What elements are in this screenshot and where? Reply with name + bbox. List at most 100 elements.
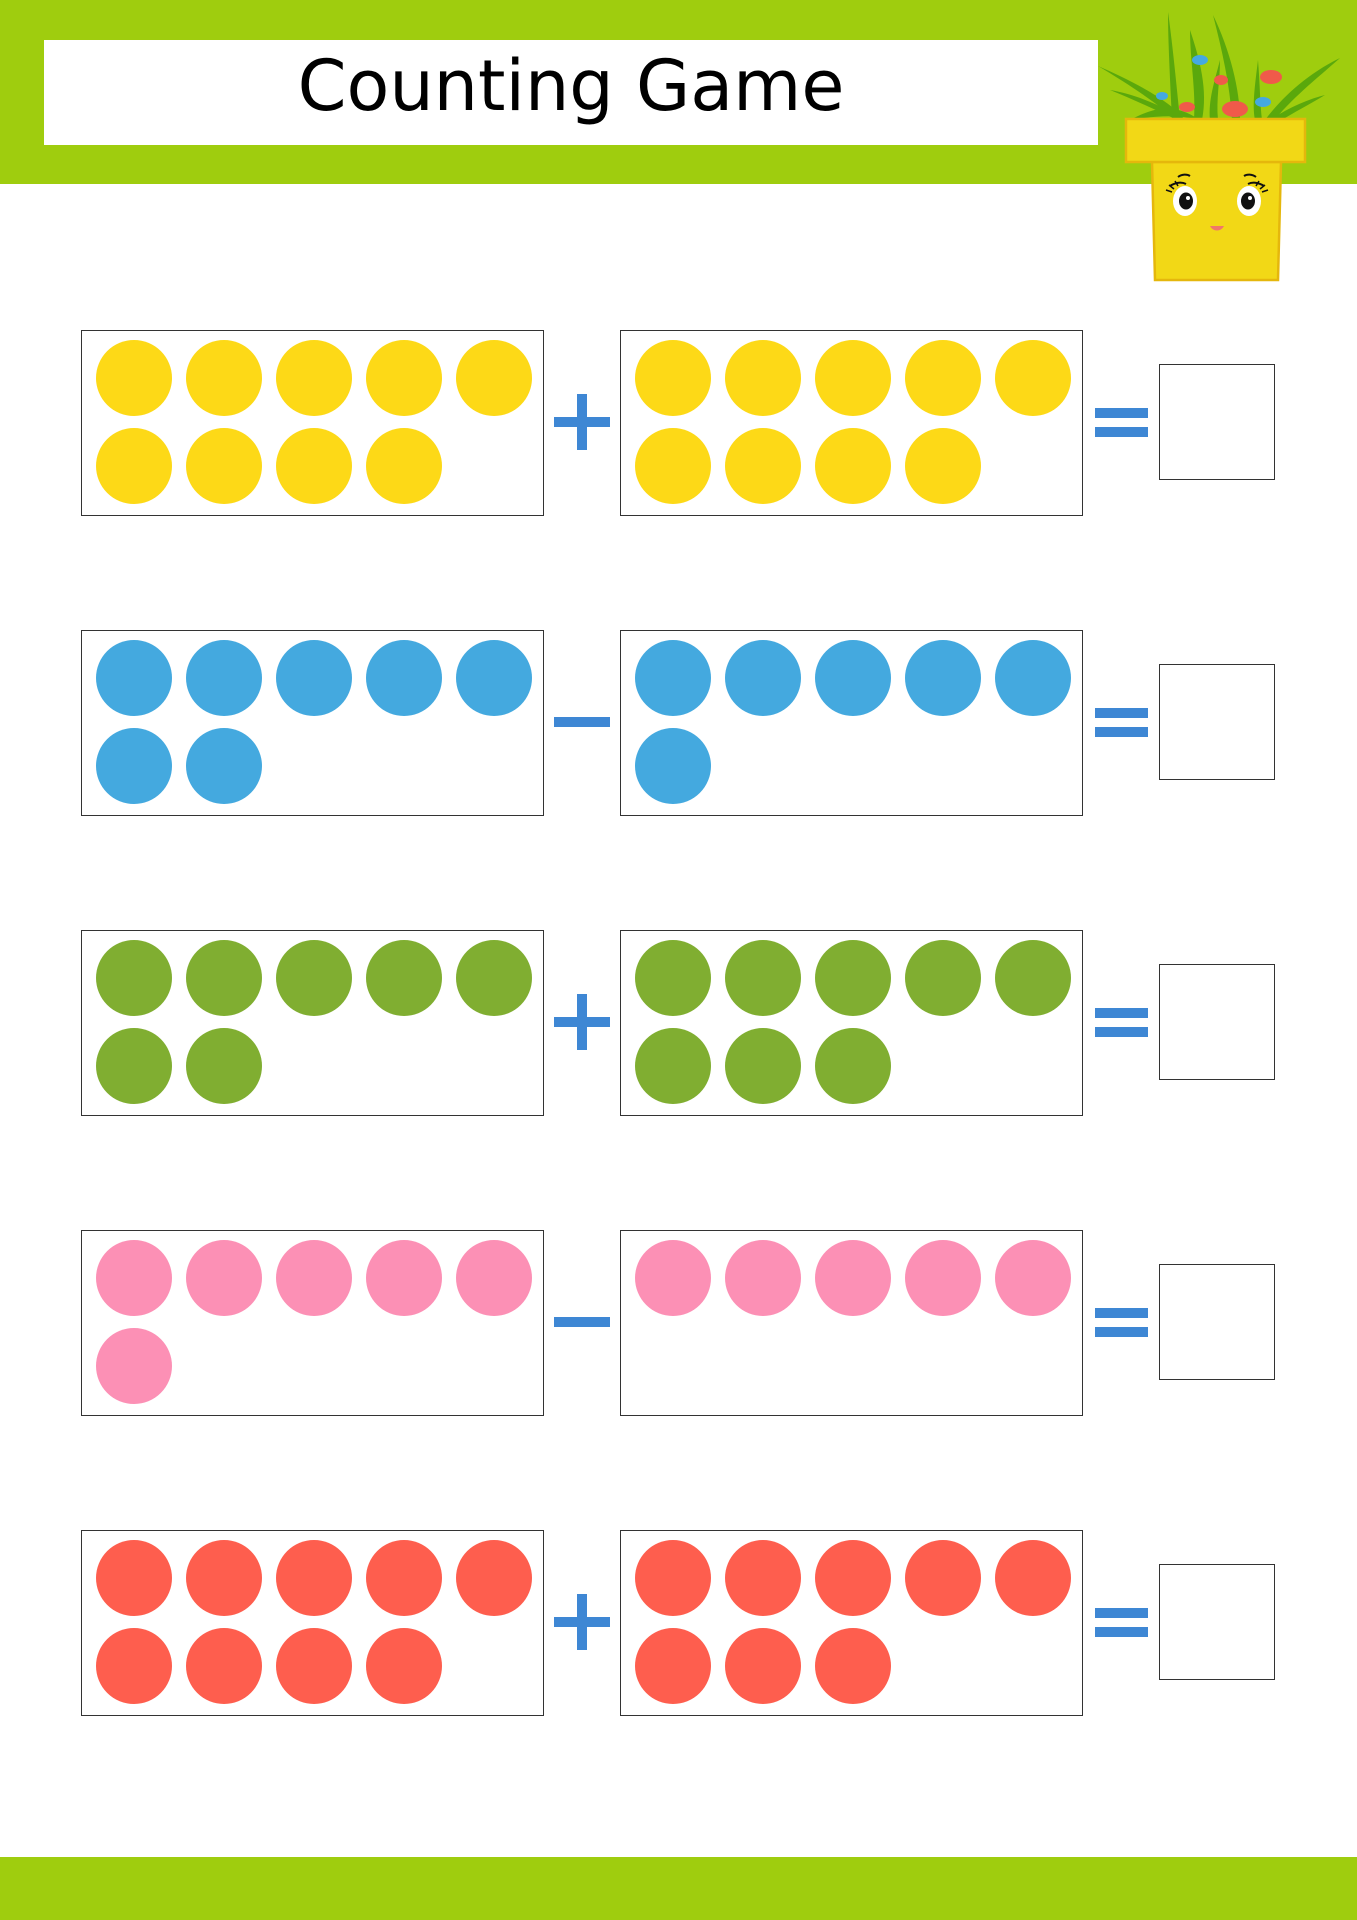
answer-box[interactable] <box>1159 964 1275 1080</box>
problem-row-3 <box>0 930 1357 1116</box>
counting-dot <box>815 340 891 416</box>
counting-dot <box>905 340 981 416</box>
left-count-box <box>81 630 544 816</box>
counting-dot <box>366 340 442 416</box>
counting-dot <box>96 1240 172 1316</box>
equals-icon <box>1095 708 1148 738</box>
counting-dot <box>905 640 981 716</box>
counting-dot <box>635 1628 711 1704</box>
counting-dot <box>905 1240 981 1316</box>
equals-icon <box>1095 408 1148 438</box>
page-title: Counting Game <box>297 44 845 127</box>
left-count-box <box>81 930 544 1116</box>
plus-icon <box>554 1594 610 1650</box>
footer-band <box>0 1857 1357 1920</box>
counting-dot <box>456 640 532 716</box>
counting-dot <box>725 940 801 1016</box>
minus-icon <box>554 694 610 750</box>
flower-pot-mascot-icon <box>1098 12 1340 282</box>
answer-box[interactable] <box>1159 1264 1275 1380</box>
counting-dot <box>815 640 891 716</box>
right-count-box <box>620 630 1083 816</box>
counting-dot <box>815 1628 891 1704</box>
title-banner: Counting Game <box>44 40 1098 145</box>
answer-box[interactable] <box>1159 664 1275 780</box>
counting-dot <box>725 1028 801 1104</box>
counting-dot <box>186 728 262 804</box>
answer-box[interactable] <box>1159 364 1275 480</box>
counting-dot <box>725 428 801 504</box>
counting-dot <box>96 340 172 416</box>
counting-dot <box>456 940 532 1016</box>
counting-dot <box>635 1028 711 1104</box>
counting-dot <box>186 940 262 1016</box>
counting-dot <box>186 1028 262 1104</box>
counting-dot <box>815 940 891 1016</box>
counting-dot <box>96 1028 172 1104</box>
equals-icon <box>1095 1608 1148 1638</box>
counting-dot <box>186 428 262 504</box>
counting-dot <box>635 428 711 504</box>
counting-dot <box>186 640 262 716</box>
counting-dot <box>905 940 981 1016</box>
counting-dot <box>186 1540 262 1616</box>
counting-dot <box>366 428 442 504</box>
left-count-box <box>81 330 544 516</box>
counting-dot <box>635 1240 711 1316</box>
counting-dot <box>995 940 1071 1016</box>
counting-dot <box>456 1240 532 1316</box>
counting-dot <box>456 340 532 416</box>
equals-icon <box>1095 1008 1148 1038</box>
counting-dot <box>186 340 262 416</box>
problem-row-2 <box>0 630 1357 816</box>
counting-dot <box>995 640 1071 716</box>
right-count-box <box>620 1530 1083 1716</box>
counting-dot <box>725 1540 801 1616</box>
counting-dot <box>456 1540 532 1616</box>
left-count-box <box>81 1230 544 1416</box>
pot <box>1124 117 1307 282</box>
counting-dot <box>276 1628 352 1704</box>
counting-dot <box>635 940 711 1016</box>
counting-dot <box>995 1540 1071 1616</box>
counting-dot <box>725 1240 801 1316</box>
problem-row-4 <box>0 1230 1357 1416</box>
counting-dot <box>96 1328 172 1404</box>
counting-dot <box>366 940 442 1016</box>
counting-dot <box>186 1628 262 1704</box>
counting-dot <box>815 428 891 504</box>
right-count-box <box>620 1230 1083 1416</box>
counting-dot <box>276 1540 352 1616</box>
counting-dot <box>366 1540 442 1616</box>
counting-dot <box>276 1240 352 1316</box>
counting-dot <box>276 340 352 416</box>
counting-dot <box>96 940 172 1016</box>
minus-icon <box>554 1294 610 1350</box>
counting-dot <box>366 640 442 716</box>
counting-dot <box>96 1540 172 1616</box>
counting-dot <box>186 1240 262 1316</box>
problem-row-5 <box>0 1530 1357 1716</box>
counting-dot <box>725 640 801 716</box>
counting-dot <box>96 640 172 716</box>
plus-icon <box>554 994 610 1050</box>
plus-icon <box>554 394 610 450</box>
counting-dot <box>725 340 801 416</box>
equals-icon <box>1095 1308 1148 1338</box>
problem-row-1 <box>0 330 1357 516</box>
left-count-box <box>81 1530 544 1716</box>
counting-dot <box>635 728 711 804</box>
counting-dot <box>96 428 172 504</box>
counting-dot <box>635 340 711 416</box>
counting-dot <box>905 1540 981 1616</box>
counting-dot <box>995 340 1071 416</box>
counting-dot <box>635 640 711 716</box>
counting-dot <box>276 428 352 504</box>
right-count-box <box>620 330 1083 516</box>
counting-dot <box>96 1628 172 1704</box>
counting-dot <box>366 1628 442 1704</box>
right-count-box <box>620 930 1083 1116</box>
counting-dot <box>635 1540 711 1616</box>
counting-dot <box>995 1240 1071 1316</box>
answer-box[interactable] <box>1159 1564 1275 1680</box>
